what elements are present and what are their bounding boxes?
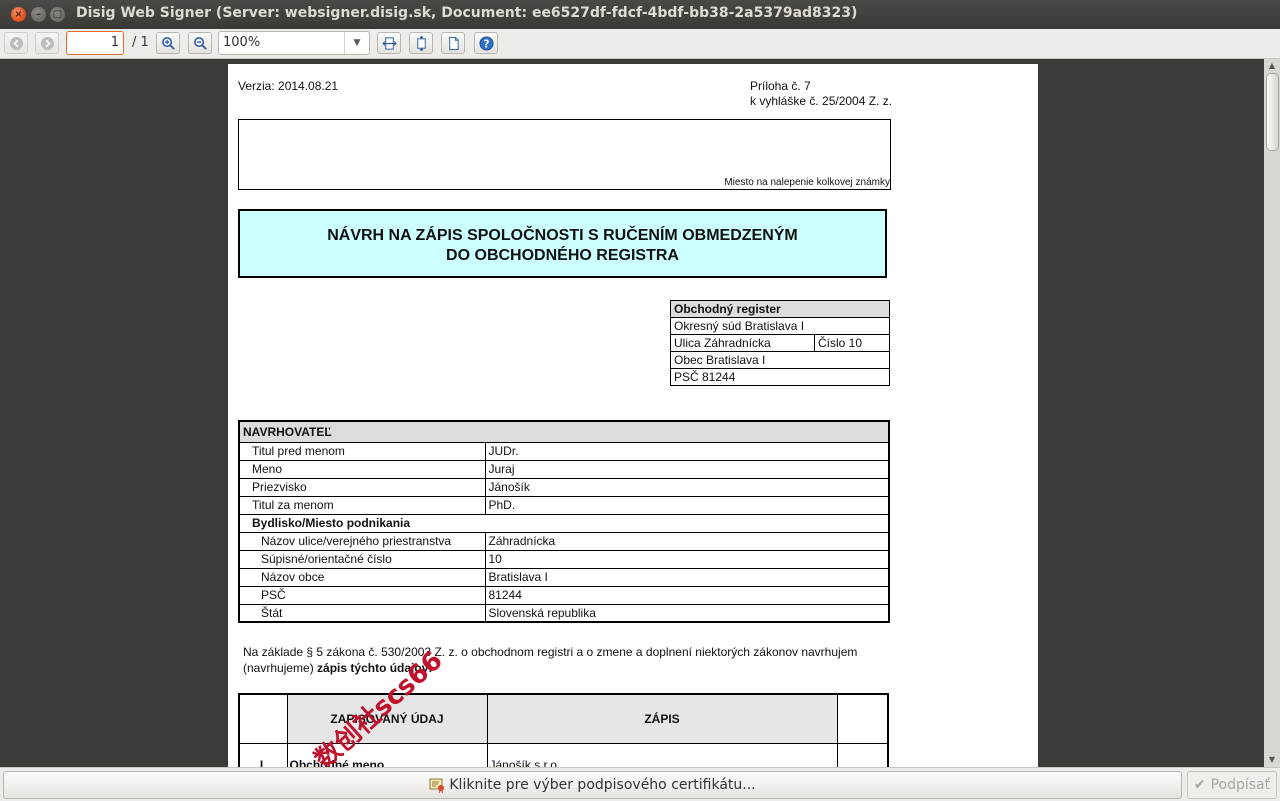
stamp-label: Miesto na nalepenie kolkovej známky [724, 177, 890, 188]
register-street: Ulica Záhradnícka [670, 334, 815, 352]
row-value: PhD. [484, 495, 890, 515]
close-window-button[interactable]: × [11, 7, 26, 22]
zoom-in-button[interactable] [156, 32, 180, 54]
row-label: Titul pred menom [238, 441, 486, 461]
table-row: PSČ 81244 [238, 585, 890, 605]
fit-page-icon [416, 35, 426, 51]
actual-size-button[interactable] [441, 32, 465, 54]
row-value: Záhradnícka [484, 531, 890, 551]
stamp-box: Miesto na nalepenie kolkovej známky [238, 119, 891, 190]
page-total-label: / 1 [132, 35, 149, 50]
document-viewer[interactable]: Verzia: 2014.08.21 Príloha č. 7 k vyhláš… [0, 59, 1280, 767]
register-city: Obec Bratislava I [670, 351, 890, 369]
svg-text:?: ? [483, 38, 489, 50]
row-value: Bratislava I [484, 567, 890, 587]
help-button[interactable]: ? [474, 32, 498, 54]
table-row: Titul pred menom JUDr. [238, 441, 890, 461]
row-number: I. [238, 742, 288, 767]
applicant-table: NAVRHOVATEĽ Titul pred menom JUDr. Meno Ju… [238, 420, 890, 623]
annex-line-2: k vyhláške č. 25/2004 Z. z. [750, 94, 893, 108]
heading-line-2: DO OBCHODNÉHO REGISTRA [446, 247, 679, 264]
row-label: Štát [238, 603, 486, 623]
applicant-head: NAVRHOVATEĽ [238, 420, 890, 443]
document-page: Verzia: 2014.08.21 Príloha č. 7 k vyhláš… [228, 64, 1038, 767]
minimize-window-button[interactable]: – [31, 7, 46, 22]
address-head: Bydlisko/Miesto podnikania [238, 513, 890, 533]
annex-line-1: Príloha č. 7 [750, 79, 811, 93]
sign-button[interactable]: ✔ Podpísať [1187, 771, 1277, 799]
fit-width-icon [382, 36, 396, 50]
sign-label: Podpísať [1210, 777, 1271, 793]
row-label: Priezvisko [238, 477, 486, 497]
select-certificate-button[interactable]: Kliknite pre výber podpisového certifiká… [3, 771, 1182, 799]
zoom-select[interactable]: 100% ▼ [218, 31, 370, 55]
title-bar: × – ▢ Disig Web Signer (Server: websigne… [0, 0, 1280, 29]
row-value: Juraj [484, 459, 890, 479]
register-table: Obchodný register Okresný súd Bratislava… [670, 300, 890, 386]
arrow-left-icon [9, 36, 23, 50]
row-value: Jánošík s.r.o. [486, 742, 838, 767]
page-icon [448, 36, 459, 50]
window-title: Disig Web Signer (Server: websigner.disi… [76, 5, 858, 21]
document-heading: NÁVRH NA ZÁPIS SPOLOČNOSTI S RUČENÍM OBM… [238, 209, 887, 278]
chevron-down-icon[interactable]: ▼ [344, 32, 369, 54]
extra-header [836, 693, 889, 744]
row-value: 81244 [484, 585, 890, 605]
next-page-button[interactable] [35, 32, 59, 54]
fit-width-button[interactable] [377, 32, 401, 54]
help-icon: ? [478, 35, 494, 51]
certificate-label: Kliknite pre výber podpisového certifiká… [449, 777, 756, 793]
zoom-in-icon [161, 36, 175, 50]
row-value: 10 [484, 549, 890, 569]
vertical-scrollbar[interactable]: ▲ ▼ [1264, 59, 1280, 767]
row-label: Názov ulice/verejného priestranstva [238, 531, 486, 551]
previous-page-button[interactable] [4, 32, 28, 54]
row-value: Jánošík [484, 477, 890, 497]
annex-text: Príloha č. 7 k vyhláške č. 25/2004 Z. z. [750, 79, 892, 109]
record-header: ZÁPIS [486, 693, 838, 744]
table-row: Meno Juraj [238, 459, 890, 479]
scroll-down-icon[interactable]: ▼ [1264, 753, 1280, 767]
check-icon: ✔ [1193, 777, 1206, 793]
heading-line-1: NÁVRH NA ZÁPIS SPOLOČNOSTI S RUČENÍM OBM… [327, 227, 798, 244]
toolbar: 1 / 1 100% ▼ ? [0, 29, 1280, 59]
zoom-out-button[interactable] [188, 32, 212, 54]
register-psc: PSČ 81244 [670, 368, 890, 386]
version-text: Verzia: 2014.08.21 [238, 79, 339, 93]
row-label: PSČ [238, 585, 486, 605]
row-label: Meno [238, 459, 486, 479]
table-row: Titul za menom PhD. [238, 495, 890, 515]
register-number: Číslo 10 [814, 334, 890, 352]
zoom-out-icon [193, 36, 207, 50]
table-row: Štát Slovenská republika [238, 603, 890, 623]
register-head: Obchodný register [670, 300, 890, 318]
table-row: Názov ulice/verejného priestranstva Záhra… [238, 531, 890, 551]
maximize-window-button[interactable]: ▢ [50, 7, 65, 22]
scroll-up-icon[interactable]: ▲ [1264, 59, 1280, 73]
register-court: Okresný súd Bratislava I [670, 317, 890, 335]
table-row: Súpisné/orientačné číslo 10 [238, 549, 890, 569]
row-label: Názov obce [238, 567, 486, 587]
row-extra [836, 742, 889, 767]
scrollbar-thumb[interactable] [1266, 73, 1279, 151]
row-value: Slovenská republika [484, 603, 890, 623]
page-number-input[interactable]: 1 [66, 31, 124, 55]
fit-page-button[interactable] [409, 32, 433, 54]
certificate-icon [429, 778, 445, 793]
arrow-right-icon [40, 36, 54, 50]
table-row: Priezvisko Jánošík [238, 477, 890, 497]
row-label: Titul za menom [238, 495, 486, 515]
zoom-value: 100% [223, 35, 261, 50]
bottom-bar: Kliknite pre výber podpisového certifiká… [0, 767, 1280, 801]
row-value: JUDr. [484, 441, 890, 461]
row-label: Súpisné/orientačné číslo [238, 549, 486, 569]
legal-paragraph: Na základe § 5 zákona č. 530/2003 Z. z. … [243, 644, 883, 676]
table-row: Názov obce Bratislava I [238, 567, 890, 587]
num-header [238, 693, 288, 744]
